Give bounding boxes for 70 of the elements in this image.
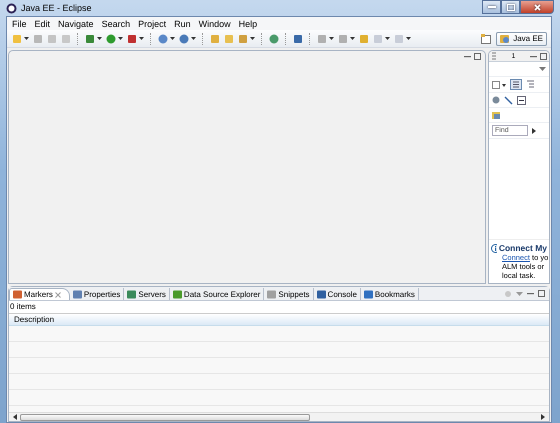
caret-icon [385,37,390,40]
tab-icon [72,290,82,298]
new-task-icon[interactable] [492,80,506,89]
minimize-icon[interactable] [527,290,534,297]
collapse-icon[interactable] [517,96,526,104]
menu-item[interactable]: File [8,18,31,28]
maximize-icon[interactable] [538,290,545,297]
tab-icon [364,290,373,298]
view-tab[interactable]: Snippets [264,288,314,300]
view-tab[interactable]: Data Source Explorer [170,288,264,300]
info-icon [491,244,497,252]
maximize-icon [506,4,514,10]
view-tab[interactable]: Servers [124,288,170,300]
connect-heading: Connect My [498,243,547,253]
maximize-icon[interactable] [540,52,547,60]
open-perspective-icon[interactable] [481,34,492,44]
tab-icon [172,290,182,298]
caret-icon [250,37,255,40]
scroll-left-icon[interactable] [13,414,17,420]
perspective-button[interactable]: Java EE [496,32,547,46]
caret-icon [170,37,175,40]
tab-icon [13,290,22,299]
toolbar-button[interactable] [178,32,197,46]
perspective-icon [500,34,510,44]
view-tab[interactable]: Bookmarks [360,288,419,300]
caret-icon [406,37,411,40]
minimize-icon [488,5,496,9]
tab-icon [267,290,276,298]
minimize-icon[interactable] [464,53,471,60]
item-count: 0 items [9,301,37,313]
toolbar-button[interactable] [157,32,176,46]
horizontal-scrollbar[interactable] [9,412,549,421]
close-button[interactable] [520,0,554,14]
app-icon [6,2,17,14]
maximize-icon[interactable] [474,53,481,60]
view-tab[interactable]: Properties [70,288,124,300]
view-tab[interactable]: Console [314,288,361,300]
view-tab[interactable]: Markers [9,288,70,300]
caret-icon [118,37,123,40]
list-view-icon[interactable] [510,79,522,90]
menu-item[interactable]: Help [234,18,262,28]
menu-item[interactable]: Navigate [54,18,98,28]
run-icon [106,34,116,44]
caret-icon [97,37,102,40]
caret-icon [139,37,144,40]
window-title: Java EE - Eclipse [21,3,92,13]
menu-item[interactable]: Project [134,18,170,28]
caret-icon [191,37,196,40]
sphere-icon [269,34,279,44]
toolbar-button[interactable] [105,32,124,46]
caret-icon [24,37,29,40]
tree-view-icon[interactable] [526,80,535,89]
close-icon[interactable] [54,292,61,298]
close-icon [534,4,540,10]
tab-icon [316,290,326,298]
column-header[interactable]: Description [9,315,54,324]
minimize-button[interactable] [482,0,501,14]
scroll-thumb[interactable] [20,414,310,420]
menu-item[interactable]: Edit [30,18,54,28]
menu-item[interactable]: Search [98,18,134,28]
view-menu-icon[interactable] [539,67,546,71]
caret-icon [329,37,334,40]
task-list-icon[interactable] [491,52,497,60]
play-icon[interactable] [532,128,536,134]
menu-item[interactable]: Run [170,18,195,28]
maximize-button[interactable] [501,0,520,14]
menu-item[interactable]: Window [194,18,235,28]
tab-icon [127,290,136,298]
caret-icon [350,37,355,40]
scroll-right-icon[interactable] [541,414,545,420]
